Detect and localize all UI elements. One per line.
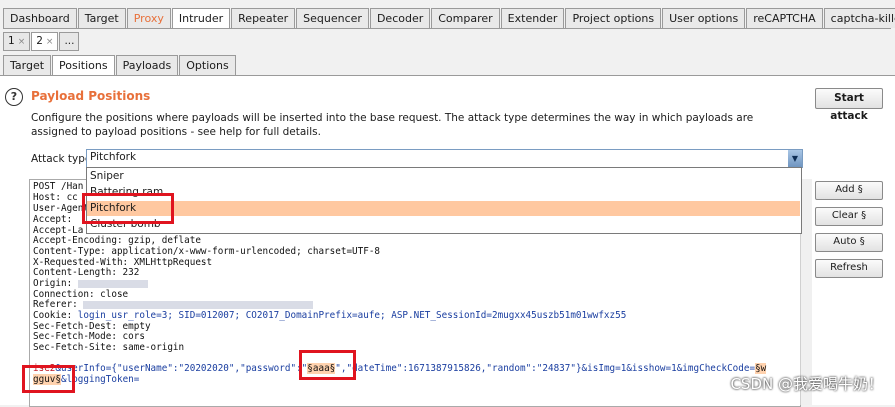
tab-extender[interactable]: Extender xyxy=(500,8,565,28)
clear-markers-button[interactable]: Clear § xyxy=(815,207,883,226)
tab-proxy[interactable]: Proxy xyxy=(126,8,171,28)
annotation-box-pitchfork xyxy=(82,193,174,224)
attack-tab-new[interactable]: ... xyxy=(59,32,80,51)
tab-section-positions[interactable]: Positions xyxy=(52,55,115,75)
tab-captcha-killer[interactable]: captcha-killer xyxy=(823,8,895,28)
start-attack-button[interactable]: Start attack xyxy=(815,88,883,122)
annotation-box-payload-2 xyxy=(22,365,75,393)
main-tab-bar: Dashboard Target Proxy Intruder Repeater… xyxy=(3,6,895,29)
tab-comparer[interactable]: Comparer xyxy=(431,8,500,28)
tab-target[interactable]: Target xyxy=(77,8,126,28)
tab-dashboard[interactable]: Dashboard xyxy=(3,8,77,28)
tab-recaptcha[interactable]: reCAPTCHA xyxy=(746,8,823,28)
option-pitchfork[interactable]: Pitchfork xyxy=(87,201,800,216)
header-text: Origin: xyxy=(33,278,78,289)
tab-section-target[interactable]: Target xyxy=(3,55,52,75)
panel-description: Configure the positions where payloads w… xyxy=(31,112,754,138)
section-tab-bar: Target Positions Payloads Options xyxy=(3,55,237,75)
refresh-button[interactable]: Refresh xyxy=(815,259,883,278)
tab-user-options[interactable]: User options xyxy=(662,8,746,28)
attack-tab-2[interactable]: 2 × xyxy=(31,32,59,51)
option-sniper[interactable]: Sniper xyxy=(90,169,800,184)
attack-tab-bar: 1 × 2 × ... xyxy=(3,31,80,51)
watermark: CSDN @我爱喝牛奶！ xyxy=(730,375,883,393)
tab-section-options[interactable]: Options xyxy=(179,55,236,75)
tab-decoder[interactable]: Decoder xyxy=(369,8,431,28)
option-cluster-bomb[interactable]: Cluster bomb xyxy=(90,217,800,232)
attack-type-dropdown: Sniper Battering ram Pitchfork Cluster b… xyxy=(86,167,802,234)
close-icon[interactable]: × xyxy=(46,37,54,47)
redacted-block xyxy=(77,279,148,288)
redacted-block xyxy=(83,300,314,309)
tab-sequencer[interactable]: Sequencer xyxy=(296,8,369,28)
panel-title: Payload Positions xyxy=(31,89,151,103)
annotation-box-payload-1 xyxy=(299,350,356,380)
attack-type-value: Pitchfork xyxy=(90,151,137,163)
body-text: ","dateTime":1671387915826,"random":"248… xyxy=(335,363,756,374)
body-line: ise2&userInfo={"userName":"20202020","pa… xyxy=(33,363,767,375)
option-battering-ram[interactable]: Battering ram xyxy=(90,185,800,200)
cookie-value: login_usr_role=3; SID=012007; CO2017_Dom… xyxy=(77,310,627,321)
body-text: &userInfo={"userName":"20202020","passwo… xyxy=(55,363,302,374)
tab-repeater[interactable]: Repeater xyxy=(231,8,296,28)
header-line: Sec-Fetch-Site: same-origin xyxy=(33,342,185,353)
header-text: Referer: xyxy=(33,299,84,310)
add-marker-button[interactable]: Add § xyxy=(815,181,883,200)
help-icon[interactable]: ? xyxy=(5,88,23,106)
auto-markers-button[interactable]: Auto § xyxy=(815,233,883,252)
positions-panel: ? Payload Positions Configure the positi… xyxy=(0,75,895,407)
tab-project-options[interactable]: Project options xyxy=(565,8,662,28)
attack-tab-label: 2 xyxy=(36,35,43,47)
attack-tab-1[interactable]: 1 × xyxy=(3,32,31,51)
attack-type-select[interactable]: Pitchfork ▼ xyxy=(86,149,803,168)
header-text: Cookie: xyxy=(33,310,78,321)
tab-intruder[interactable]: Intruder xyxy=(171,8,231,28)
tab-section-payloads[interactable]: Payloads xyxy=(115,55,179,75)
close-icon[interactable]: × xyxy=(18,37,26,47)
chevron-down-icon[interactable]: ▼ xyxy=(788,150,802,167)
attack-tab-label: 1 xyxy=(8,35,15,47)
